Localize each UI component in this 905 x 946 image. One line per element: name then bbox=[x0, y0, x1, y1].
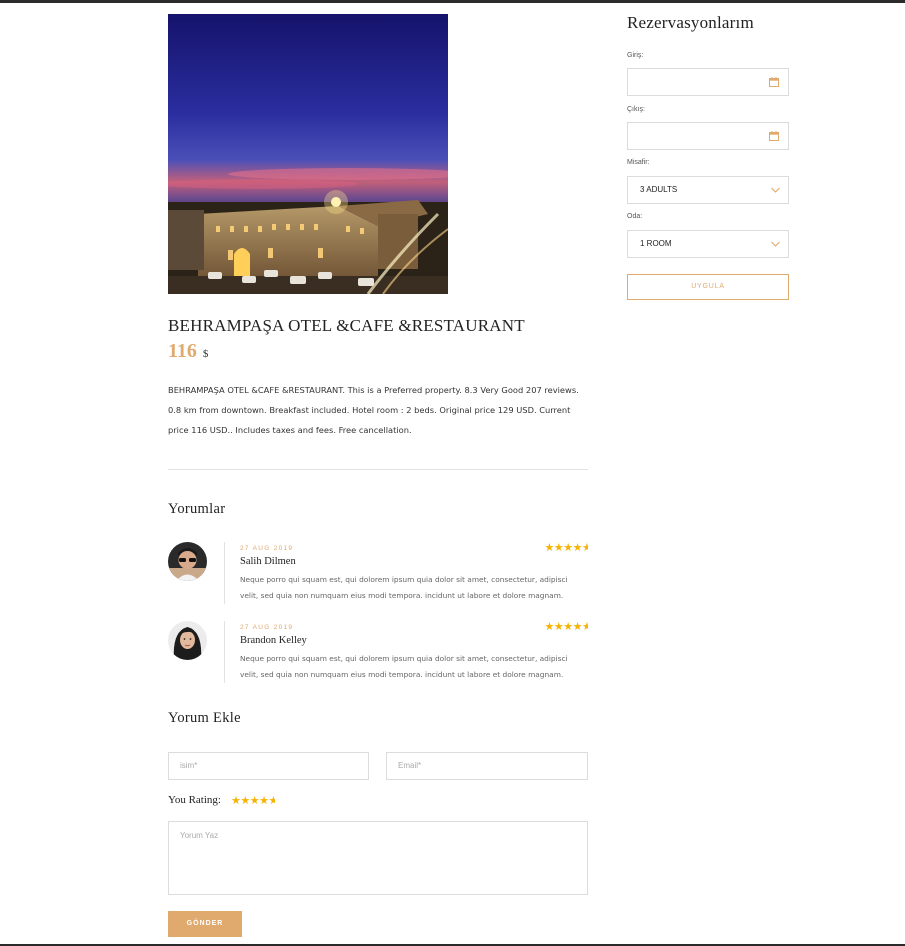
star-icon: ★ bbox=[544, 621, 555, 633]
star-half-icon: ★ bbox=[582, 542, 588, 554]
review-divider bbox=[224, 542, 225, 604]
review-rating: ★★★★★ bbox=[545, 542, 589, 554]
avatar bbox=[168, 542, 207, 581]
guests-value: 3 ADULTS bbox=[640, 185, 678, 194]
hotel-description: BEHRAMPAŞA OTEL &CAFE &RESTAURANT. This … bbox=[168, 385, 579, 435]
review-text: Neque porro qui squam est, qui dolorem i… bbox=[240, 575, 568, 600]
star-icon[interactable]: ★ bbox=[231, 795, 241, 807]
divider bbox=[168, 469, 588, 470]
star-icon: ★ bbox=[572, 542, 583, 554]
rooms-value: 1 ROOM bbox=[640, 239, 672, 248]
star-icon: ★ bbox=[544, 542, 555, 554]
review-text: Neque porro qui squam est, qui dolorem i… bbox=[240, 654, 568, 679]
star-icon: ★ bbox=[563, 621, 573, 633]
hotel-title: BEHRAMPAŞA OTEL &CAFE &RESTAURANT bbox=[168, 316, 525, 335]
star-icon[interactable]: ★ bbox=[259, 795, 269, 807]
name-input[interactable]: isim* bbox=[168, 752, 369, 780]
star-icon[interactable]: ★ bbox=[240, 795, 250, 807]
star-half-icon[interactable]: ★ bbox=[269, 795, 275, 807]
rating-label: You Rating: bbox=[168, 794, 221, 806]
submit-button[interactable]: GÖNDER bbox=[168, 911, 242, 937]
review-divider bbox=[224, 621, 225, 683]
review-author: Salih Dilmen bbox=[240, 556, 296, 567]
star-half-icon: ★ bbox=[582, 621, 588, 633]
apply-button[interactable]: UYGULA bbox=[627, 274, 789, 300]
avatar bbox=[168, 621, 207, 660]
add-review-title: Yorum Ekle bbox=[168, 710, 241, 726]
comment-textarea[interactable]: Yorum Yaz bbox=[168, 821, 588, 895]
guests-select[interactable]: 3 ADULTS bbox=[627, 176, 789, 204]
review-rating: ★★★★★ bbox=[545, 621, 589, 633]
checkin-date-input[interactable] bbox=[627, 68, 789, 96]
calendar-icon bbox=[769, 131, 779, 141]
hotel-photo bbox=[168, 14, 448, 294]
email-input[interactable]: Email* bbox=[386, 752, 588, 780]
review-item: 27 AUG 2019 Brandon Kelley Neque porro q… bbox=[168, 621, 588, 683]
review-author: Brandon Kelley bbox=[240, 635, 307, 646]
price-value: 116 bbox=[168, 340, 197, 362]
rating-input[interactable]: ★★★★★ bbox=[231, 795, 275, 807]
checkout-date-input[interactable] bbox=[627, 122, 789, 150]
chevron-down-icon bbox=[771, 241, 780, 247]
star-icon: ★ bbox=[553, 542, 564, 554]
review-item: 27 AUG 2019 Salih Dilmen Neque porro qui… bbox=[168, 542, 588, 604]
checkout-label: Çıkış: bbox=[627, 106, 645, 113]
star-icon: ★ bbox=[572, 621, 583, 633]
checkin-label: Giriş: bbox=[627, 52, 644, 59]
calendar-icon bbox=[769, 77, 779, 87]
top-border bbox=[0, 0, 905, 3]
star-icon: ★ bbox=[553, 621, 564, 633]
price-currency: $ bbox=[202, 348, 209, 360]
reviews-title: Yorumlar bbox=[168, 501, 226, 517]
review-date: 27 AUG 2019 bbox=[240, 545, 294, 552]
guests-label: Misafir: bbox=[627, 159, 650, 166]
chevron-down-icon bbox=[771, 187, 780, 193]
rooms-select[interactable]: 1 ROOM bbox=[627, 230, 789, 258]
price: 116 $ bbox=[168, 340, 208, 363]
reservations-title: Rezervasyonlarım bbox=[627, 13, 754, 32]
star-icon: ★ bbox=[563, 542, 573, 554]
review-date: 27 AUG 2019 bbox=[240, 624, 294, 631]
star-icon[interactable]: ★ bbox=[250, 795, 260, 807]
rooms-label: Oda: bbox=[627, 213, 643, 220]
